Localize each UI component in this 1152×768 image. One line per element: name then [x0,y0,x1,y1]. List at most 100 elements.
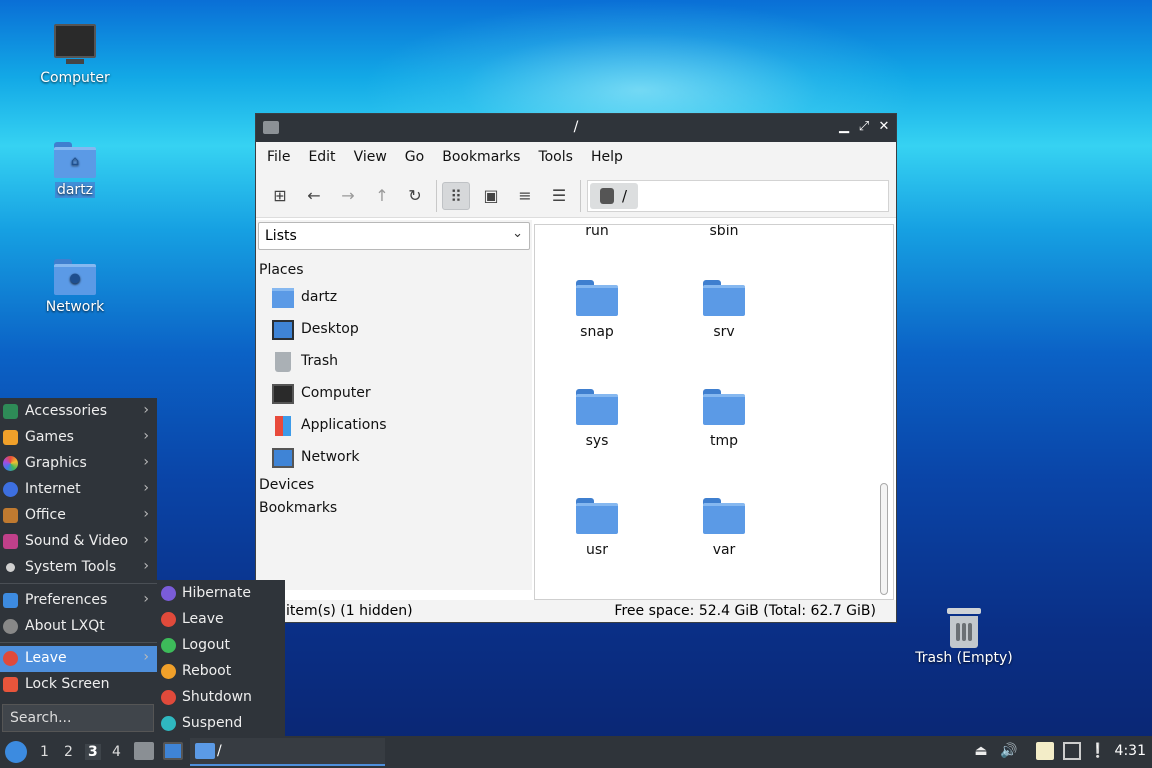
clock[interactable]: 4:31 [1115,743,1146,759]
back-icon[interactable]: ← [300,182,328,210]
menu-item-lock-screen[interactable]: Lock Screen [0,672,157,698]
forward-icon[interactable]: → [334,182,362,210]
folder-item-snap[interactable]: snap [557,280,637,340]
menu-go[interactable]: Go [396,142,433,172]
place-item-home[interactable]: dartz [272,284,522,312]
submenu-item-leave[interactable]: Leave [157,607,285,633]
start-menu-icon[interactable] [5,741,27,763]
place-item-trash[interactable]: Trash [272,348,522,376]
submenu-item-hibernate[interactable]: Hibernate [157,581,285,607]
menu-item-preferences[interactable]: Preferences › [0,588,157,614]
chevron-right-icon: › [143,506,149,522]
network-status-icon[interactable] [1063,742,1081,760]
menu-item-about[interactable]: About LXQt [0,614,157,640]
detailed-view-icon[interactable]: ☰ [545,182,573,210]
menu-search-input[interactable]: Search... [2,704,154,732]
folder-item-sys[interactable]: sys [557,389,637,449]
lock-icon [3,677,18,692]
volume-icon[interactable]: 🔊 [1000,742,1018,760]
desktop-switch-4[interactable]: 4 [112,744,121,760]
desktop-switch-2[interactable]: 2 [64,744,73,760]
eject-icon[interactable]: ⏏ [972,742,990,760]
menu-bookmarks[interactable]: Bookmarks [433,142,529,172]
folder-icon [576,389,618,427]
bookmarks-heading[interactable]: Bookmarks [259,500,337,516]
menu-item-label: About LXQt [25,618,105,634]
taskbar: 1 2 3 4 / ⏏ 🔊 ❕ 4:31 [0,736,1152,768]
up-icon[interactable]: ↑ [368,182,396,210]
menu-item-label: Leave [25,650,67,666]
chevron-right-icon: › [143,428,149,444]
place-item-desktop[interactable]: Desktop [272,316,522,344]
maximize-icon[interactable]: ⤢ [856,119,872,135]
applications-icon [275,416,291,436]
status-item-count: item(s) (1 hidden) [286,603,413,619]
chevron-right-icon: › [143,649,149,665]
menu-item-games[interactable]: Games › [0,425,157,451]
menu-item-graphics[interactable]: Graphics › [0,451,157,477]
chevron-down-icon: ⌄ [512,226,523,241]
devices-heading[interactable]: Devices [259,477,314,493]
menu-item-leave[interactable]: Leave › [0,646,157,672]
minimize-icon[interactable]: ▁ [836,119,852,135]
menu-item-sound-video[interactable]: Sound & Video › [0,529,157,555]
desktop-icon-label: Network [45,299,105,315]
places-heading[interactable]: Places [259,262,304,278]
vertical-scrollbar[interactable] [880,483,888,595]
desktop-switch-3[interactable]: 3 [85,744,101,760]
taskbar-task-file-manager[interactable]: / [190,738,385,766]
place-label: dartz [301,289,338,305]
folder-item-srv[interactable]: srv [684,280,764,340]
menu-edit[interactable]: Edit [299,142,344,172]
folder-item-sbin[interactable]: sbin [684,225,764,239]
menu-help[interactable]: Help [582,142,632,172]
folder-item-run[interactable]: run [557,225,637,239]
menu-item-system-tools[interactable]: System Tools › [0,555,157,581]
network-folder-icon: ● [54,259,96,295]
graphics-icon [3,456,18,471]
new-tab-icon[interactable]: ⊞ [266,182,294,210]
place-item-computer[interactable]: Computer [272,380,522,408]
desktop-icon-label: dartz [54,182,96,198]
clipboard-icon[interactable] [1036,742,1054,760]
menu-item-accessories[interactable]: Accessories › [0,399,157,425]
file-manager-launcher-icon[interactable] [134,742,154,760]
menu-tools[interactable]: Tools [529,142,582,172]
drive-icon [600,188,614,204]
submenu-item-suspend[interactable]: Suspend [157,711,285,737]
side-pane-mode-select[interactable]: Lists ⌄ [258,222,530,250]
desktop-icon-computer[interactable]: Computer [20,24,130,86]
submenu-item-label: Logout [182,637,230,653]
close-icon[interactable]: ✕ [876,119,892,135]
folder-view[interactable]: run sbin snap srv sys tmp usr var [534,224,894,600]
folder-label: tmp [709,433,738,449]
menu-item-internet[interactable]: Internet › [0,477,157,503]
desktop-icon-home[interactable]: ⌂ dartz [20,142,130,198]
path-bar[interactable]: / [587,180,889,212]
place-item-applications[interactable]: Applications [272,412,522,440]
show-desktop-icon[interactable] [163,742,183,760]
menu-file[interactable]: File [258,142,299,172]
submenu-item-shutdown[interactable]: Shutdown [157,685,285,711]
submenu-item-reboot[interactable]: Reboot [157,659,285,685]
notification-icon[interactable]: ❕ [1089,742,1107,760]
folder-icon [576,280,618,318]
thumbnail-view-icon[interactable]: ▣ [477,182,505,210]
compact-view-icon[interactable]: ≡ [511,182,539,210]
desktop-icon-network[interactable]: ● Network [20,259,130,315]
icon-view-icon[interactable]: ⠿ [442,182,470,210]
desktop-icon-trash[interactable]: Trash (Empty) [909,608,1019,666]
folder-item-var[interactable]: var [684,498,764,558]
desktop-switch-1[interactable]: 1 [40,744,49,760]
folder-item-usr[interactable]: usr [557,498,637,558]
menu-view[interactable]: View [345,142,396,172]
folder-icon [195,743,215,759]
status-bar: item(s) (1 hidden) Free space: 52.4 GiB … [256,600,896,622]
place-item-network[interactable]: Network [272,444,522,472]
menu-item-office[interactable]: Office › [0,503,157,529]
title-bar[interactable]: / ▁ ⤢ ✕ [256,114,896,142]
submenu-item-logout[interactable]: Logout [157,633,285,659]
path-button-root[interactable]: / [590,183,638,209]
folder-item-tmp[interactable]: tmp [684,389,764,449]
reload-icon[interactable]: ↻ [401,182,429,210]
